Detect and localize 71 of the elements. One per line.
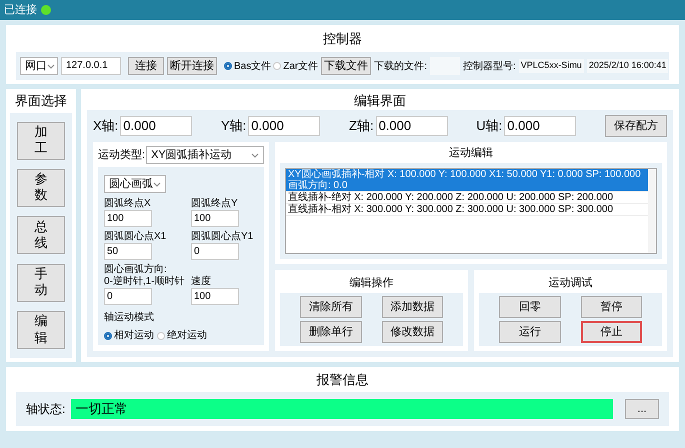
field-label: 圆弧圆心点Y1 (191, 231, 254, 243)
action-button[interactable]: 停止 (580, 321, 642, 343)
connect-button[interactable]: 连接 (128, 57, 164, 75)
panel-title: 界面选择 (15, 92, 67, 110)
panel-title: 运动调试 (548, 276, 592, 291)
more-button[interactable]: ... (625, 399, 659, 419)
status-text: 已连接 (4, 2, 37, 18)
list-row[interactable]: 直线插补-绝对 X: 200.000 Y: 200.000 Z: 200.000 U: 200.000 SP: 200.000 (286, 192, 648, 204)
radio-label: Zar文件 (283, 60, 318, 74)
download-button[interactable]: 下载文件 (321, 57, 372, 75)
radio-label: Bas文件 (234, 60, 272, 74)
caret-icon (47, 62, 55, 70)
panel-title: 控制器 (323, 30, 362, 48)
action-button[interactable]: 清除所有 (300, 296, 362, 318)
downloaded-file-label: 下载的文件: (374, 60, 428, 74)
nav-button[interactable]: 编辑 (17, 311, 65, 350)
disconnect-button[interactable]: 断开连接 (167, 57, 217, 75)
motion-type-label: 运动类型: (98, 148, 146, 163)
nav-button[interactable]: 加工 (17, 122, 65, 160)
axis-field[interactable]: 0.000 (376, 116, 448, 136)
list-row[interactable]: 直线插补-相对 X: 300.000 Y: 300.000 Z: 300.000 U: 300.000 SP: 300.000 (286, 204, 648, 216)
arc-mode-select[interactable]: 圆心画弧 (104, 175, 166, 193)
model-label: 控制器型号: (463, 60, 516, 74)
axis-field[interactable]: 0.000 (248, 116, 320, 136)
scrollbar[interactable] (648, 169, 656, 253)
caret-icon (153, 180, 161, 188)
panel-title: 运动编辑 (449, 146, 493, 161)
panel-title: 编辑界面 (354, 92, 406, 110)
field-label: 速度 (191, 276, 212, 288)
nav-button[interactable]: 总线 (17, 216, 65, 254)
radio-button[interactable] (104, 332, 112, 340)
axis-label: U轴: (476, 117, 502, 136)
action-button[interactable]: 添加数据 (382, 296, 443, 318)
input-field[interactable]: 50 (104, 243, 152, 260)
field-label: 圆弧圆心点X1 (104, 231, 168, 243)
save-button[interactable]: 保存配方 (604, 115, 667, 137)
list-row[interactable]: XY圆心画弧插补-相对 X: 100.000 Y: 100.000 X1: 50.000 Y1: 0.000 SP: 100.000 画弧方向: 0.0 (286, 169, 648, 192)
action-button[interactable]: 运行 (499, 321, 560, 343)
panel-title: 编辑操作 (350, 276, 394, 291)
input-field[interactable]: 0 (191, 243, 239, 260)
axis-label: Y轴: (221, 117, 246, 136)
axis-status-field: 一切正常 (71, 399, 613, 419)
caret-icon (251, 151, 259, 159)
ip-field[interactable]: 127.0.0.1 (61, 57, 121, 75)
port-select[interactable]: 网口 (20, 57, 58, 75)
action-button[interactable]: 暂停 (580, 296, 642, 318)
panel-title: 报警信息 (316, 371, 368, 389)
mode-label: 轴运动模式 (104, 310, 155, 325)
field-label: 圆弧终点X (104, 198, 152, 210)
datetime-text: 2025/2/10 16:00:41 (586, 59, 668, 73)
model-value: VPLC5xx-Simu (518, 59, 584, 73)
action-button[interactable]: 删除单行 (300, 321, 362, 343)
radio-label: 相对运动 (114, 328, 154, 343)
motion-type-select[interactable]: XY圆弧插补运动 (146, 146, 264, 164)
action-button[interactable]: 回零 (499, 296, 560, 318)
radio-button[interactable] (224, 62, 232, 70)
axis-status-label: 轴状态: (26, 401, 66, 418)
input-field[interactable]: 100 (191, 288, 239, 305)
input-field[interactable]: 100 (104, 210, 152, 227)
axis-field[interactable]: 0.000 (504, 116, 576, 136)
nav-button[interactable]: 手动 (17, 264, 65, 302)
input-field[interactable]: 100 (191, 210, 239, 227)
action-button[interactable]: 修改数据 (382, 321, 443, 343)
axis-label: X轴: (93, 117, 118, 136)
radio-label: 绝对运动 (167, 328, 207, 343)
axis-label: Z轴: (349, 117, 374, 136)
nav-button[interactable]: 参数 (17, 169, 65, 208)
axis-field[interactable]: 0.000 (120, 116, 192, 136)
field-label: 圆弧终点Y (191, 198, 239, 210)
field-label: 圆心画弧方向: 0-逆时针,1-顺时针 (104, 264, 186, 288)
input-field[interactable]: 0 (104, 288, 152, 305)
